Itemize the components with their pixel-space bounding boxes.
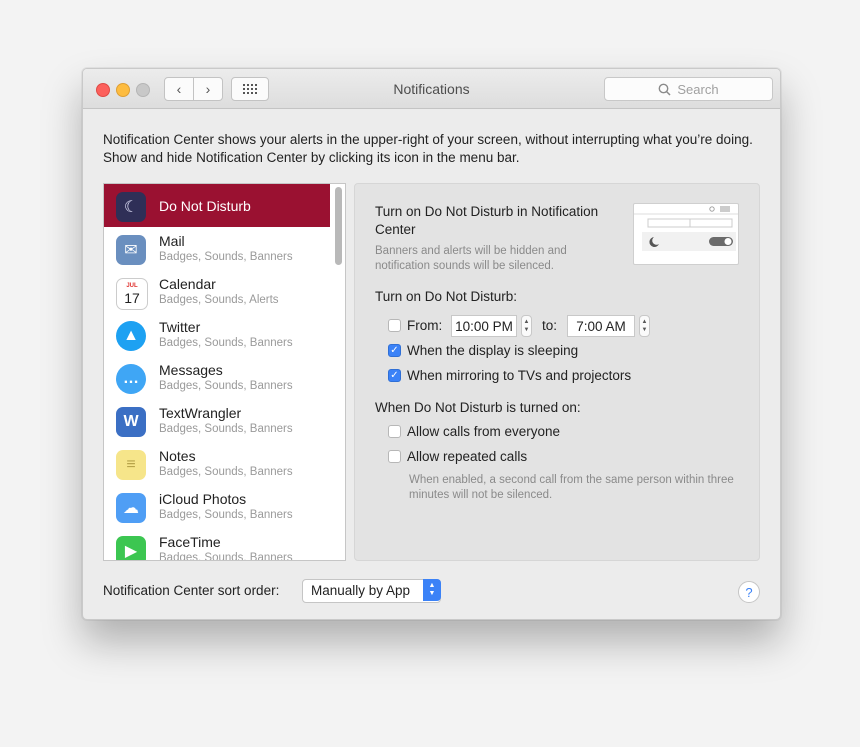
- app-list-item[interactable]: ☁ iCloud Photos Badges, Sounds, Banners: [104, 485, 330, 528]
- app-name: iCloud Photos: [159, 491, 247, 507]
- help-button[interactable]: ?: [738, 581, 760, 603]
- app-list-item[interactable]: ✉ Mail Badges, Sounds, Banners: [104, 227, 330, 270]
- dnd-settings-panel: Turn on Do Not Disturb in Notification C…: [354, 183, 760, 561]
- facetime-icon: ▶: [116, 536, 146, 560]
- app-name: Messages: [159, 362, 223, 378]
- sort-order-label: Notification Center sort order:: [103, 583, 280, 598]
- display-sleeping-checkbox[interactable]: ✓: [388, 344, 401, 357]
- allow-repeated-checkbox[interactable]: [388, 450, 401, 463]
- calendar-icon-month: JUL: [126, 282, 138, 289]
- notification-center-preview: [633, 203, 739, 265]
- app-name: Do Not Disturb: [159, 198, 251, 214]
- messages-icon: …: [116, 364, 146, 394]
- allow-calls-checkbox[interactable]: [388, 425, 401, 438]
- app-name: Twitter: [159, 319, 201, 335]
- search-icon: [658, 83, 671, 96]
- search-field[interactable]: Search: [604, 77, 773, 101]
- schedule-title: Turn on Do Not Disturb:: [375, 289, 518, 304]
- textwrangler-icon: W: [116, 407, 146, 437]
- app-name: Mail: [159, 233, 185, 249]
- app-list-item[interactable]: ▲ Twitter Badges, Sounds, Banners: [104, 313, 330, 356]
- app-name: TextWrangler: [159, 405, 242, 421]
- search-placeholder: Search: [677, 81, 719, 97]
- description-text: Notification Center shows your alerts in…: [103, 132, 753, 165]
- list-scrollbar[interactable]: [335, 187, 342, 265]
- app-alert-summary: Badges, Sounds, Banners: [159, 337, 293, 349]
- app-alert-summary: Badges, Sounds, Banners: [159, 423, 293, 435]
- mirroring-checkbox[interactable]: ✓: [388, 369, 401, 382]
- preferences-window: ‹ › Notifications Search Notification Ce…: [82, 68, 781, 620]
- title-bar: ‹ › Notifications Search: [83, 69, 780, 109]
- app-alert-summary: Badges, Sounds, Alerts: [159, 294, 279, 306]
- app-list-item[interactable]: ☾ Do Not Disturb: [104, 184, 330, 227]
- calendar-icon: JUL 17: [116, 278, 148, 310]
- sort-order-value: Manually by App: [311, 583, 411, 598]
- dnd-heading: Turn on Do Not Disturb in Notification C…: [375, 204, 599, 237]
- popup-arrows-icon: ▲ ▼: [423, 579, 441, 601]
- app-list-item[interactable]: W TextWrangler Badges, Sounds, Banners: [104, 399, 330, 442]
- app-name: Notes: [159, 448, 196, 464]
- to-time-stepper[interactable]: ▲ ▼: [639, 315, 650, 337]
- from-time-field[interactable]: 10:00 PM: [451, 315, 517, 337]
- app-list-item[interactable]: ≡ Notes Badges, Sounds, Banners: [104, 442, 330, 485]
- mail-icon: ✉: [116, 235, 146, 265]
- app-alert-summary: Badges, Sounds, Banners: [159, 466, 293, 478]
- app-alert-summary: Badges, Sounds, Banners: [159, 552, 293, 561]
- notes-icon: ≡: [116, 450, 146, 480]
- app-list-item[interactable]: ▶ FaceTime Badges, Sounds, Banners: [104, 528, 330, 561]
- app-name: FaceTime: [159, 534, 221, 550]
- twitter-icon: ▲: [116, 321, 146, 351]
- from-label: From:: [407, 318, 443, 333]
- allow-repeated-label: Allow repeated calls: [407, 449, 528, 464]
- display-sleeping-label: When the display is sleeping: [407, 343, 579, 358]
- mirroring-label: When mirroring to TVs and projectors: [407, 368, 632, 383]
- calendar-icon-day: 17: [124, 289, 140, 306]
- app-name: Calendar: [159, 276, 216, 292]
- sort-order-popup[interactable]: Manually by App ▲ ▼: [302, 579, 441, 603]
- from-time-stepper[interactable]: ▲ ▼: [521, 315, 532, 337]
- moon-icon: ☾: [116, 192, 146, 222]
- app-alert-summary: Badges, Sounds, Banners: [159, 251, 293, 263]
- repeated-calls-note: When enabled, a second call from the sam…: [409, 474, 734, 501]
- to-time-field[interactable]: 7:00 AM: [567, 315, 635, 337]
- from-checkbox[interactable]: [388, 319, 401, 332]
- app-alert-summary: Badges, Sounds, Banners: [159, 509, 293, 521]
- app-list[interactable]: ☾ Do Not Disturb ✉ Mail Badges, Sounds, Bann…: [103, 183, 346, 561]
- dnd-heading-note: Banners and alerts will be hidden and no…: [375, 245, 567, 272]
- when-on-title: When Do Not Disturb is turned on:: [375, 400, 581, 415]
- app-list-item[interactable]: … Messages Badges, Sounds, Banners: [104, 356, 330, 399]
- app-alert-summary: Badges, Sounds, Banners: [159, 380, 293, 392]
- to-label: to:: [542, 318, 558, 333]
- allow-calls-label: Allow calls from everyone: [407, 424, 561, 439]
- preview-illustration: [634, 206, 738, 251]
- app-list-item[interactable]: JUL 17 Calendar Badges, Sounds, Alerts: [104, 270, 330, 313]
- icloud-icon: ☁: [116, 493, 146, 523]
